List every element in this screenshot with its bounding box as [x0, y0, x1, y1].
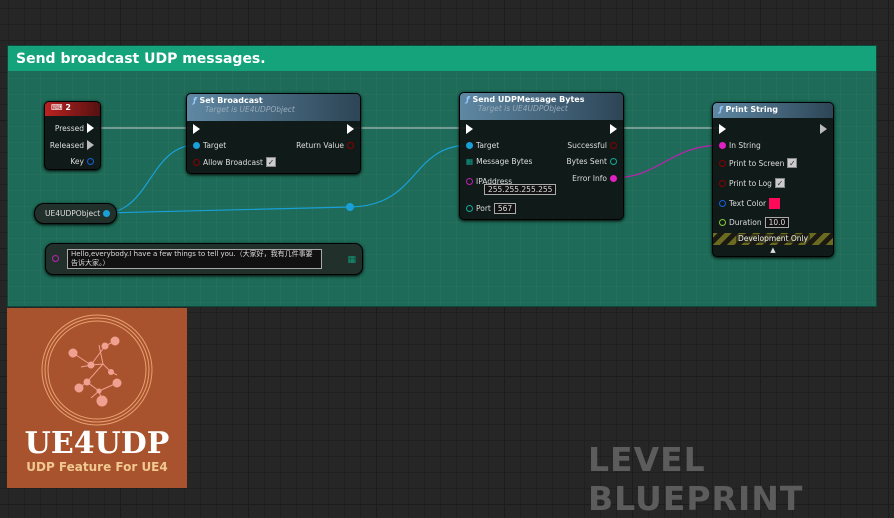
ue4udpobject-variable[interactable]: UE4UDPObject: [34, 203, 117, 224]
port-pin[interactable]: [466, 205, 473, 212]
send-udp-message-bytes-node[interactable]: ƒ Send UDPMessage Bytes Target is UE4UDPOb…: [459, 92, 624, 220]
string-literal-node[interactable]: Hello,everybody.I have a few things to t…: [45, 243, 363, 275]
text-color-swatch[interactable]: [769, 198, 781, 209]
print-screen-pin[interactable]: [719, 159, 726, 167]
function-icon: ƒ: [719, 105, 723, 114]
text-color-pin[interactable]: [719, 200, 726, 207]
key-2-event-node[interactable]: ⌨ 2 Pressed Released Key: [44, 101, 101, 170]
duration-input[interactable]: 10.0: [764, 217, 790, 228]
function-icon: ƒ: [466, 95, 470, 104]
development-only-banner: Development Only: [713, 233, 833, 245]
in-string-pin[interactable]: [719, 142, 726, 149]
pressed-label: Pressed: [54, 123, 84, 133]
return-pin[interactable]: [347, 142, 354, 149]
allow-broadcast-checkbox[interactable]: ✓: [265, 157, 276, 167]
print-to-log-checkbox[interactable]: ✓: [774, 178, 785, 188]
print-log-pin[interactable]: [719, 179, 726, 187]
string-value-input[interactable]: Hello,everybody.I have a few things to t…: [67, 249, 322, 269]
set-broadcast-node[interactable]: ƒ Set Broadcast Target is UE4UDPObject Tar…: [186, 93, 361, 174]
string-pin[interactable]: [52, 255, 59, 262]
object-wire-target: [103, 144, 197, 214]
exec-out-pin[interactable]: [87, 140, 94, 150]
grid-icon: ▦: [347, 255, 356, 265]
exec-in-pin[interactable]: [193, 124, 200, 134]
ip-pin[interactable]: [466, 178, 473, 185]
exec-out-pin[interactable]: [610, 124, 617, 134]
array-pin-icon[interactable]: ▦: [466, 157, 473, 166]
bytes-sent-pin[interactable]: [610, 158, 617, 165]
ip-address-input[interactable]: 255.255.255.255: [484, 184, 557, 195]
function-icon: ƒ: [193, 96, 197, 105]
key-pin[interactable]: [87, 158, 94, 165]
allow-pin[interactable]: [193, 158, 200, 166]
expand-arrow-icon[interactable]: ▲: [713, 246, 833, 254]
keyboard-icon: ⌨: [51, 103, 66, 112]
reroute-node: [346, 203, 354, 211]
logo-subtitle: UDP Feature For UE4: [26, 460, 168, 474]
target-pin[interactable]: [193, 142, 200, 149]
successful-pin[interactable]: [610, 142, 617, 149]
exec-out-pin[interactable]: [347, 124, 354, 134]
string-wire: [611, 144, 723, 179]
object-pin[interactable]: [103, 210, 111, 217]
level-blueprint-watermark: LEVEL BLUEPRINT: [588, 440, 804, 518]
key-label: Key: [70, 157, 84, 166]
print-string-node[interactable]: ƒ Print String In String Print to Screen ✓…: [712, 102, 834, 257]
released-label: Released: [49, 140, 84, 150]
print-to-screen-checkbox[interactable]: ✓: [787, 158, 798, 168]
ue4udp-logo: UE4UDP UDP Feature For UE4: [7, 308, 187, 488]
exec-out-pin[interactable]: [87, 123, 94, 133]
port-input[interactable]: 567: [493, 203, 517, 214]
error-info-pin[interactable]: [610, 175, 617, 182]
exec-in-pin[interactable]: [719, 124, 726, 134]
exec-in-pin[interactable]: [466, 124, 473, 134]
exec-out-pin[interactable]: [820, 124, 827, 134]
logo-title: UE4UDP: [24, 426, 170, 461]
duration-pin[interactable]: [719, 219, 726, 226]
target-pin[interactable]: [466, 142, 473, 149]
